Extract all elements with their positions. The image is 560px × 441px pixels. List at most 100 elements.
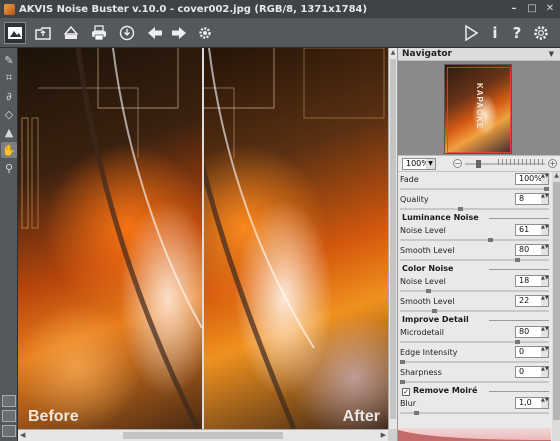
spin-icon[interactable]: ▲▼ — [541, 225, 549, 235]
fade-label: Fade — [400, 175, 419, 184]
viewer-horizontal-scrollbar[interactable]: ◀ ▶ — [18, 429, 388, 441]
col-smooth-label: Smooth Level — [400, 297, 455, 306]
zoom-icon[interactable]: ⚲ — [1, 160, 17, 176]
help-icon[interactable]: ? — [506, 22, 528, 44]
brush-icon[interactable]: ✎ — [1, 52, 17, 68]
sharpness-slider-knob[interactable] — [400, 380, 405, 384]
col-noise-input[interactable]: 18 ▲▼ — [515, 275, 549, 287]
single-view-button[interactable] — [2, 395, 16, 407]
scroll-left-icon[interactable]: ◀ — [20, 430, 25, 441]
horizontal-scroll-thumb[interactable] — [123, 432, 283, 439]
col-smooth-value: 22 — [519, 296, 530, 305]
share-icon[interactable] — [116, 22, 138, 44]
after-pane: After — [204, 48, 388, 429]
crop-icon[interactable]: ⌗ — [1, 70, 17, 86]
stamp-icon[interactable]: ▲ — [1, 124, 17, 140]
blur-row: Blur 1,0 ▲▼ — [398, 396, 551, 416]
blur-input[interactable]: 1,0 ▲▼ — [515, 397, 549, 409]
undo-arrow-icon[interactable] — [144, 22, 166, 44]
settings-gear-icon[interactable] — [194, 22, 216, 44]
col-smooth-slider-knob[interactable] — [431, 309, 437, 313]
color-noise-section: Color Noise — [398, 263, 551, 274]
info-icon[interactable]: i — [484, 22, 506, 44]
panel-scroll-up-icon[interactable]: ▲ — [552, 172, 560, 179]
quality-slider[interactable] — [400, 207, 549, 211]
blur-slider-knob[interactable] — [414, 411, 420, 415]
zoom-select[interactable]: 100% ▼ — [402, 158, 436, 170]
panel-scroll-thumb[interactable] — [553, 182, 560, 420]
save-icon[interactable] — [60, 22, 82, 44]
lum-smooth-slider-knob[interactable] — [515, 258, 521, 262]
edge-slider[interactable] — [400, 360, 549, 364]
col-noise-slider-knob[interactable] — [425, 289, 431, 293]
before-pane: Before — [18, 48, 202, 429]
collapse-icon[interactable]: ▼ — [549, 48, 554, 61]
spin-icon[interactable]: ▲▼ — [541, 296, 549, 306]
lum-noise-slider[interactable] — [400, 238, 549, 242]
tabbed-view-button[interactable] — [2, 425, 16, 437]
open-icon[interactable] — [32, 22, 54, 44]
hand-icon[interactable]: ✋ — [1, 142, 17, 158]
histogram-shape — [398, 430, 551, 441]
eraser-icon[interactable]: ◇ — [1, 106, 17, 122]
microdetail-input[interactable]: 80 ▲▼ — [515, 326, 549, 338]
lum-smooth-input[interactable]: 80 ▲▼ — [515, 244, 549, 256]
minimize-button[interactable]: – — [506, 2, 522, 16]
redo-arrow-icon[interactable] — [168, 22, 190, 44]
sharpness-input[interactable]: 0 ▲▼ — [515, 366, 549, 378]
microdetail-slider[interactable] — [400, 340, 549, 344]
spin-icon[interactable]: ▲▼ — [541, 276, 549, 286]
navigator-thumbnail[interactable]: KAPAOKE — [444, 64, 512, 154]
col-smooth-input[interactable]: 22 ▲▼ — [515, 295, 549, 307]
lum-noise-slider-knob[interactable] — [487, 238, 493, 242]
fade-input[interactable]: 100% ▲▼ — [515, 173, 549, 185]
close-button[interactable]: ✕ — [542, 2, 558, 16]
spin-icon[interactable]: ▲▼ — [541, 245, 549, 255]
spin-icon[interactable]: ▲▼ — [541, 347, 549, 357]
fade-value: 100% — [519, 174, 542, 183]
before-label: Before — [28, 408, 79, 425]
split-view-button[interactable] — [2, 410, 16, 422]
image-viewer[interactable]: Before After — [18, 48, 388, 429]
fade-slider[interactable] — [400, 187, 549, 191]
quality-value: 8 — [519, 194, 525, 203]
remove-moire-checkbox[interactable]: ✓ — [402, 388, 410, 396]
scroll-up-icon[interactable]: ▲ — [389, 48, 397, 57]
viewer-vertical-scrollbar[interactable]: ▲ — [388, 48, 397, 429]
lum-noise-input[interactable]: 61 ▲▼ — [515, 224, 549, 236]
edge-input[interactable]: 0 ▲▼ — [515, 346, 549, 358]
blur-slider[interactable] — [400, 411, 549, 415]
photo-icon[interactable] — [4, 22, 26, 44]
chevron-down-icon[interactable]: ▼ — [426, 159, 435, 169]
quality-input[interactable]: 8 ▲▼ — [515, 193, 549, 205]
microdetail-slider-knob[interactable] — [515, 340, 521, 344]
quality-row: Quality 8 ▲▼ — [398, 192, 551, 212]
edge-slider-knob[interactable] — [400, 360, 405, 364]
vertical-scroll-thumb[interactable] — [390, 59, 396, 419]
lasso-icon[interactable]: ∂ — [1, 88, 17, 104]
maximize-button[interactable]: □ — [524, 2, 540, 16]
navigator-preview[interactable]: KAPAOKE — [398, 61, 560, 156]
sharpness-value: 0 — [519, 367, 525, 376]
spin-icon[interactable]: ▲▼ — [541, 194, 549, 204]
run-play-icon[interactable] — [460, 22, 482, 44]
quality-slider-knob[interactable] — [457, 207, 463, 211]
zoom-in-button[interactable]: + — [548, 159, 557, 168]
scroll-right-icon[interactable]: ▶ — [381, 430, 386, 441]
lum-smooth-slider[interactable] — [400, 258, 549, 262]
spin-icon[interactable]: ▲▼ — [541, 398, 549, 408]
lum-smooth-label: Smooth Level — [400, 246, 455, 255]
col-noise-slider[interactable] — [400, 289, 549, 293]
spin-icon[interactable]: ▲▼ — [541, 367, 549, 377]
spin-icon[interactable]: ▲▼ — [541, 327, 549, 337]
spin-icon[interactable]: ▲▼ — [541, 174, 549, 184]
col-smooth-slider[interactable] — [400, 309, 549, 313]
zoom-slider-knob[interactable] — [476, 160, 481, 168]
fade-slider-knob[interactable] — [544, 187, 549, 191]
preferences-gear-icon[interactable] — [530, 22, 552, 44]
zoom-out-button[interactable]: − — [453, 159, 462, 168]
panel-scrollbar[interactable]: ▲ — [552, 172, 560, 441]
sharpness-slider[interactable] — [400, 380, 549, 384]
print-icon[interactable] — [88, 22, 110, 44]
lum-noise-label: Noise Level — [400, 226, 446, 235]
